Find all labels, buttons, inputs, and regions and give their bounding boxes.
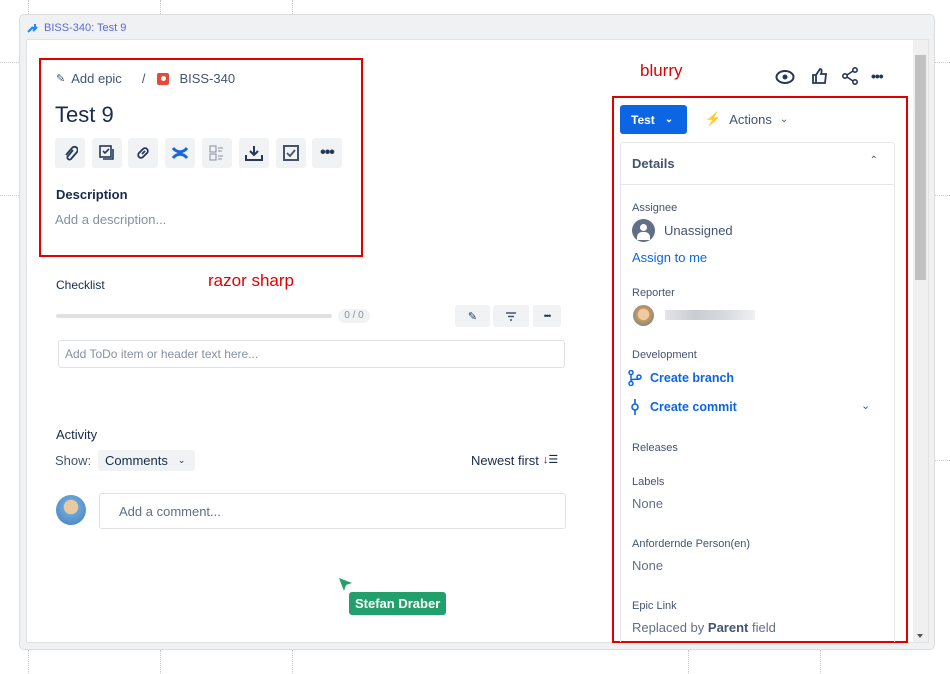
actions-button[interactable]: ⚡ Actions ⌄	[705, 111, 788, 127]
reporter-name-redacted	[665, 310, 755, 320]
more-button[interactable]: •••	[312, 138, 342, 168]
create-commit-link[interactable]: Create commit	[650, 400, 737, 414]
checklist-filter-button[interactable]	[493, 305, 529, 327]
confluence-icon	[172, 146, 188, 160]
requester-label: Anfordernde Person(en)	[632, 538, 751, 550]
details-header[interactable]: Details ⌃	[621, 143, 894, 185]
checklist-progress-bar	[56, 314, 332, 318]
epic-link-label: Epic Link	[632, 600, 677, 612]
download-button[interactable]	[239, 138, 269, 168]
status-button[interactable]: Test ⌄	[620, 105, 687, 134]
checklist-button[interactable]	[202, 138, 232, 168]
link-icon	[137, 147, 149, 159]
more-icon[interactable]: •••	[871, 68, 884, 84]
branch-icon	[628, 370, 642, 386]
collaborator-cursor-icon	[339, 578, 352, 591]
assign-to-me-link[interactable]: Assign to me	[632, 250, 707, 265]
development-label: Development	[632, 349, 697, 361]
lightning-icon: ⚡	[705, 111, 722, 126]
filter-icon	[506, 311, 516, 321]
window-title-bar: BISS-340: Test 9	[26, 22, 126, 34]
unassigned-avatar-icon	[632, 219, 655, 242]
checklist-edit-button[interactable]: ✎	[455, 305, 490, 327]
checklist-more-button[interactable]: •••	[533, 305, 561, 327]
collaborator-cursor-label: Stefan Draber	[349, 592, 447, 615]
link-issue-button[interactable]	[128, 138, 158, 168]
annotation-left: razor sharp	[208, 271, 294, 290]
chevron-up-icon: ⌃	[869, 155, 878, 166]
scroll-down-arrow[interactable]	[917, 634, 923, 638]
sort-order-button[interactable]: Newest first ↓☰	[471, 453, 558, 468]
issue-title[interactable]: Test 9	[55, 102, 114, 128]
scrollbar-thumb[interactable]	[915, 55, 926, 280]
like-icon[interactable]	[811, 67, 829, 85]
labels-value[interactable]: None	[632, 496, 663, 511]
confluence-button[interactable]	[165, 138, 195, 168]
releases-label: Releases	[632, 442, 678, 454]
attachment-icon	[65, 145, 78, 161]
subtask-icon	[99, 145, 114, 160]
bug-icon	[157, 72, 170, 85]
issue-key-link[interactable]: BISS-340	[179, 71, 235, 86]
checklist-label: Checklist	[56, 278, 105, 292]
activity-label: Activity	[56, 427, 98, 442]
scrollbar[interactable]	[913, 40, 928, 642]
description-field[interactable]: Add a description...	[55, 212, 166, 227]
jira-icon	[27, 24, 38, 33]
sort-icon: ↓☰	[542, 454, 559, 466]
breadcrumb-separator: /	[141, 71, 146, 86]
create-branch-link[interactable]: Create branch	[650, 371, 734, 385]
checklist-progress-count: 0 / 0	[338, 309, 370, 323]
epic-link-prefix: Replaced by	[632, 620, 705, 635]
pencil-icon: ✎	[467, 310, 478, 323]
epic-link-parent: Parent	[707, 620, 749, 635]
details-title: Details	[632, 156, 675, 171]
add-epic-link[interactable]: Add epic	[71, 71, 122, 86]
reporter-label: Reporter	[632, 287, 675, 299]
checklist-add-input[interactable]: Add ToDo item or header text here...	[58, 340, 565, 368]
attach-button[interactable]	[55, 138, 85, 168]
labels-label: Labels	[632, 476, 665, 488]
reporter-avatar	[633, 305, 654, 326]
comment-input[interactable]: Add a comment...	[99, 493, 566, 529]
watch-icon[interactable]	[775, 68, 795, 86]
chevron-down-icon: ⌄	[779, 113, 789, 125]
more-icon: •••	[543, 311, 552, 321]
show-filter-dropdown[interactable]: Comments ⌄	[98, 450, 195, 471]
epic-link-suffix: field	[752, 620, 776, 635]
commit-icon	[631, 399, 639, 415]
annotation-right: blurry	[640, 61, 683, 80]
chevron-down-icon[interactable]: ⌄	[861, 399, 870, 412]
subtask-button[interactable]	[92, 138, 122, 168]
current-user-avatar	[56, 495, 86, 525]
pencil-icon: ✎	[56, 73, 66, 85]
chevron-down-icon: ⌄	[664, 114, 674, 125]
status-label: Test	[631, 112, 655, 127]
breadcrumb: ✎ Add epic / BISS-340	[56, 71, 235, 86]
checkbox-button[interactable]	[276, 138, 306, 168]
download-icon	[245, 146, 263, 161]
share-icon[interactable]	[841, 67, 859, 85]
sort-label: Newest first	[471, 453, 539, 468]
checkbox-icon	[283, 145, 299, 161]
requester-value[interactable]: None	[632, 558, 663, 573]
show-filter-value: Comments	[105, 453, 168, 468]
chevron-down-icon: ⌄	[177, 455, 186, 465]
assignee-value[interactable]: Unassigned	[664, 223, 733, 238]
checklist-icon	[209, 145, 223, 161]
description-label: Description	[56, 187, 128, 202]
actions-label: Actions	[729, 111, 772, 127]
epic-link-value: Replaced by Parent field	[632, 620, 776, 635]
more-icon: •••	[320, 144, 335, 161]
assignee-label: Assignee	[632, 202, 678, 214]
window-title: BISS-340: Test 9	[44, 22, 127, 34]
show-label: Show:	[55, 453, 92, 468]
